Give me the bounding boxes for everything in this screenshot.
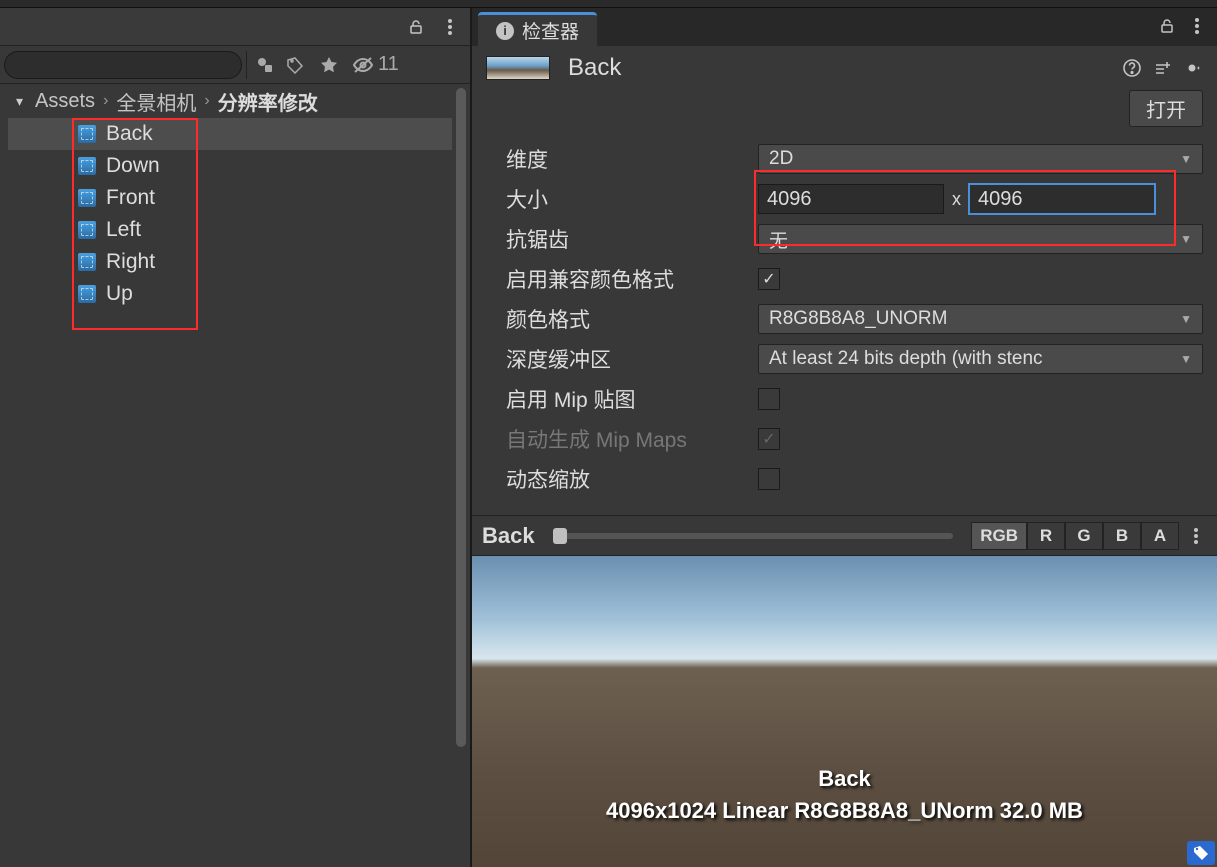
- kebab-icon[interactable]: [434, 13, 466, 41]
- channel-rgb[interactable]: RGB: [971, 522, 1027, 550]
- label-automip: 自动生成 Mip Maps: [486, 424, 758, 454]
- size-separator: x: [952, 189, 961, 210]
- preview-section: Back RGBRGBA Back 4096x1024 Linear R8G8B…: [472, 515, 1217, 867]
- preview-asset-name: Back: [482, 523, 535, 549]
- texture-thumbnail: [486, 56, 550, 80]
- size-height-input[interactable]: [969, 184, 1155, 214]
- inspector-panel: i 检查器 Back: [472, 8, 1217, 867]
- file-label: Down: [106, 154, 160, 178]
- inspector-properties: 维度 2D ▼ 大小 x 抗锯齿: [472, 135, 1217, 503]
- file-label: Front: [106, 186, 155, 210]
- tab-label: 检查器: [522, 17, 579, 44]
- file-label: Back: [106, 122, 153, 146]
- automip-checkbox: ✓: [758, 428, 780, 450]
- file-item-up[interactable]: Up: [8, 278, 452, 310]
- tag-icon[interactable]: [1187, 841, 1215, 865]
- label-depth: 深度缓冲区: [486, 344, 758, 374]
- eye-off-icon[interactable]: [352, 56, 374, 74]
- file-item-back[interactable]: Back: [8, 118, 452, 150]
- dynscale-checkbox[interactable]: [758, 468, 780, 490]
- file-item-left[interactable]: Left: [8, 214, 452, 246]
- channel-r[interactable]: R: [1027, 522, 1065, 550]
- file-list: Back Down Front Left Right Up: [8, 118, 452, 867]
- channel-a[interactable]: A: [1141, 522, 1179, 550]
- help-icon[interactable]: [1121, 57, 1143, 79]
- file-item-right[interactable]: Right: [8, 246, 452, 278]
- project-toolbar: [0, 8, 470, 46]
- format-dropdown[interactable]: R8G8B8A8_UNORM ▼: [758, 304, 1203, 334]
- render-texture-icon: [78, 285, 96, 303]
- expand-chevron-icon[interactable]: ▾: [16, 93, 23, 110]
- caption-details: 4096x1024 Linear R8G8B8A8_UNorm 32.0 MB: [472, 795, 1217, 827]
- render-texture-icon: [78, 157, 96, 175]
- info-icon: i: [496, 22, 514, 40]
- chevron-down-icon: ▼: [1180, 152, 1192, 166]
- lock-icon[interactable]: [1155, 14, 1179, 38]
- hidden-count-value: 11: [378, 53, 399, 76]
- caption-name: Back: [472, 763, 1217, 795]
- size-width-input[interactable]: [758, 184, 944, 214]
- label-aa: 抗锯齿: [486, 224, 758, 254]
- file-item-front[interactable]: Front: [8, 182, 452, 214]
- file-item-down[interactable]: Down: [8, 150, 452, 182]
- chevron-right-icon: ›: [103, 92, 108, 110]
- chevron-down-icon: ▼: [1180, 312, 1192, 326]
- chevron-down-icon: ▼: [1180, 232, 1192, 246]
- lock-icon[interactable]: [400, 13, 432, 41]
- tab-inspector[interactable]: i 检查器: [478, 12, 597, 46]
- asset-name: Back: [568, 54, 1103, 82]
- presets-icon[interactable]: [1151, 57, 1173, 79]
- file-label: Right: [106, 250, 155, 274]
- kebab-icon[interactable]: [1185, 14, 1209, 38]
- render-texture-icon: [78, 125, 96, 143]
- file-label: Up: [106, 282, 133, 306]
- label-mip: 启用 Mip 贴图: [486, 384, 758, 414]
- render-texture-icon: [78, 253, 96, 271]
- label-dynscale: 动态缩放: [486, 464, 758, 494]
- preview-image: Back 4096x1024 Linear R8G8B8A8_UNorm 32.…: [472, 556, 1217, 867]
- channel-b[interactable]: B: [1103, 522, 1141, 550]
- preview-kebab-icon[interactable]: [1185, 522, 1207, 550]
- render-texture-icon: [78, 189, 96, 207]
- breadcrumb: ▾ Assets › 全景相机 › 分辨率修改: [8, 84, 452, 118]
- left-scrollbar[interactable]: [452, 84, 470, 867]
- label-compat: 启用兼容颜色格式: [486, 264, 758, 294]
- mip-checkbox[interactable]: [758, 388, 780, 410]
- render-texture-icon: [78, 221, 96, 239]
- file-label: Left: [106, 218, 141, 242]
- crumb-assets[interactable]: Assets: [35, 90, 95, 113]
- label-format: 颜色格式: [486, 304, 758, 334]
- crumb-2[interactable]: 分辨率修改: [218, 87, 318, 116]
- depth-dropdown[interactable]: At least 24 bits depth (with stenc ▼: [758, 344, 1203, 374]
- favorite-star-icon[interactable]: [314, 51, 344, 79]
- project-panel: 11 ▾ Assets › 全景相机 › 分辨率修改 Back Down Front…: [0, 8, 472, 867]
- label-dimension: 维度: [486, 144, 758, 174]
- crumb-1[interactable]: 全景相机: [116, 87, 196, 116]
- channel-g[interactable]: G: [1065, 522, 1103, 550]
- hidden-count: 11: [348, 53, 403, 76]
- preview-mip-slider[interactable]: [553, 533, 954, 539]
- label-size: 大小: [486, 184, 758, 214]
- open-button[interactable]: 打开: [1129, 90, 1203, 127]
- project-search-row: 11: [0, 46, 470, 84]
- compat-checkbox[interactable]: ✓: [758, 268, 780, 290]
- chevron-right-icon: ›: [204, 92, 209, 110]
- search-by-type-icon[interactable]: [246, 51, 276, 79]
- gear-icon[interactable]: [1181, 57, 1203, 79]
- aa-dropdown[interactable]: 无 ▼: [758, 224, 1203, 254]
- search-by-label-icon[interactable]: [280, 51, 310, 79]
- dimension-dropdown[interactable]: 2D ▼: [758, 144, 1203, 174]
- chevron-down-icon: ▼: [1180, 352, 1192, 366]
- search-input[interactable]: [4, 51, 242, 79]
